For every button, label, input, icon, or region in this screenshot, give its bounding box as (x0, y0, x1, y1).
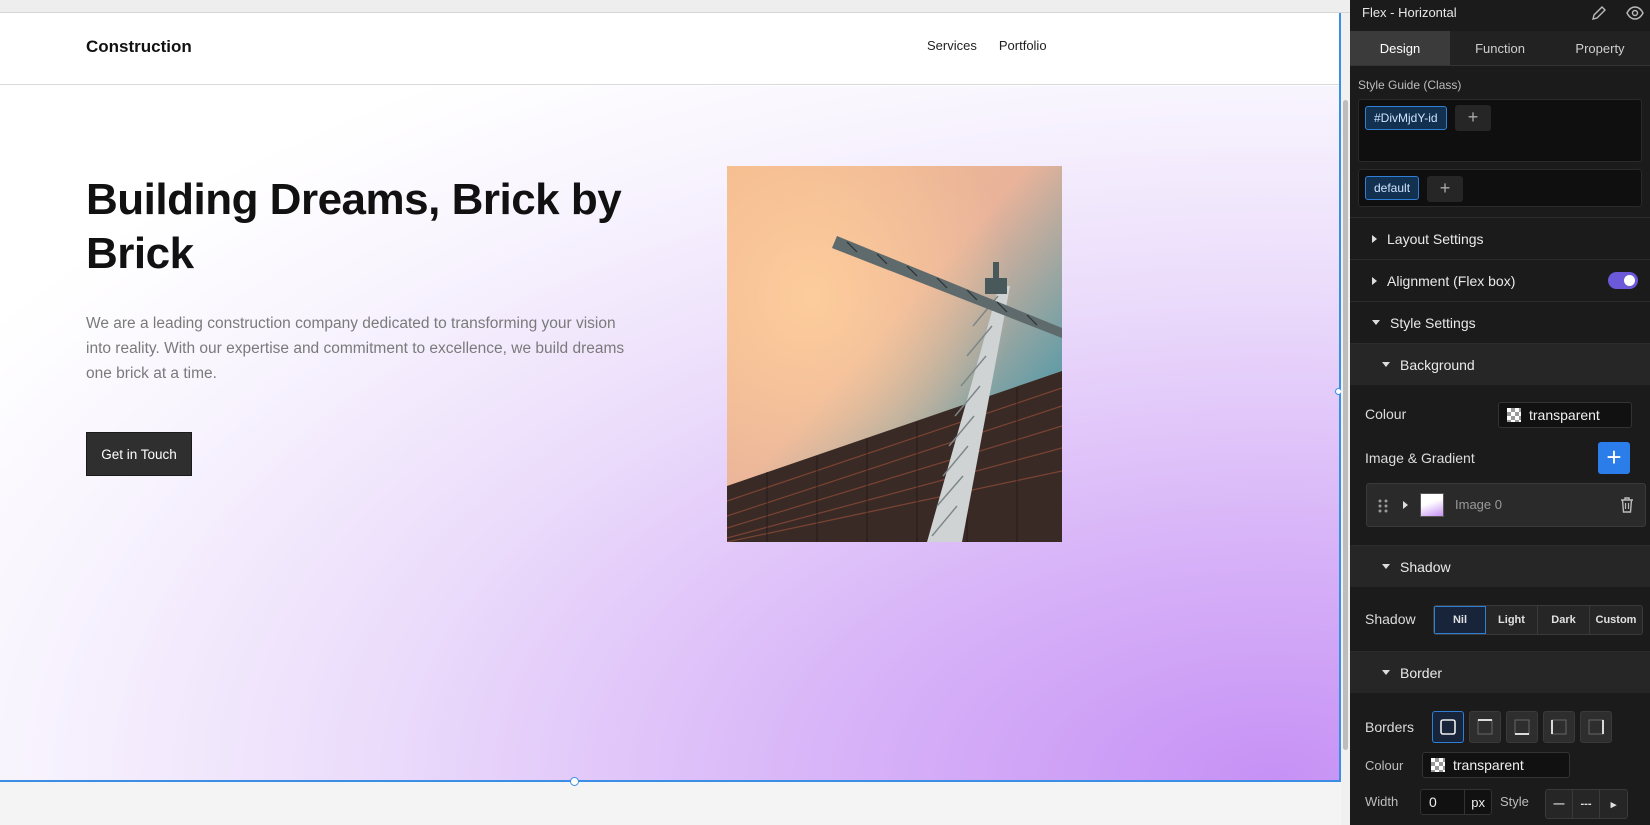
border-all-icon[interactable] (1432, 711, 1464, 743)
border-width-label: Width (1365, 794, 1399, 809)
add-image-gradient-button[interactable]: + (1598, 442, 1630, 474)
bg-colour-input[interactable]: transparent (1498, 402, 1632, 428)
layout-settings-row[interactable]: Layout Settings (1350, 217, 1650, 259)
border-right-icon[interactable] (1580, 711, 1612, 743)
caret-right-icon (1372, 234, 1377, 243)
hero-title[interactable]: Building Dreams, Brick by Brick (86, 173, 646, 281)
tab-function[interactable]: Function (1450, 31, 1550, 65)
image-gradient-label: Image & Gradient (1365, 450, 1475, 466)
shadow-option-custom[interactable]: Custom (1590, 606, 1642, 634)
panel-title: Flex - Horizontal (1350, 0, 1650, 28)
pencil-icon[interactable] (1590, 4, 1608, 22)
canvas-scrollbar-thumb[interactable] (1343, 100, 1348, 750)
checker-swatch-icon[interactable] (1507, 408, 1521, 422)
shadow-option-light[interactable]: Light (1486, 606, 1538, 634)
bg-colour-label: Colour (1365, 406, 1407, 422)
border-row[interactable]: Border (1350, 651, 1650, 693)
tab-property[interactable]: Property (1550, 31, 1650, 65)
add-state-button[interactable]: + (1427, 176, 1463, 202)
site-header[interactable]: Construction Services Portfolio (0, 13, 1340, 85)
style-settings-label: Style Settings (1390, 314, 1476, 331)
image-layer-name: Image 0 (1455, 497, 1502, 512)
image-layer-item[interactable]: Image 0 (1366, 483, 1646, 527)
state-chip[interactable]: default (1365, 176, 1420, 200)
border-colour-input[interactable]: transparent (1422, 752, 1570, 778)
border-width-input[interactable]: 0 px (1420, 789, 1492, 815)
caret-down-icon (1382, 670, 1390, 675)
alignment-row[interactable]: Alignment (Flex box) (1350, 259, 1650, 301)
more-styles-icon[interactable]: ▸ (1600, 790, 1627, 818)
border-top-icon[interactable] (1469, 711, 1501, 743)
border-bottom-icon[interactable] (1506, 711, 1538, 743)
hero-description[interactable]: We are a leading construction company de… (86, 311, 626, 386)
border-width-value: 0 (1429, 794, 1437, 810)
element-name: Flex - Horizontal (1362, 5, 1457, 20)
eye-icon[interactable] (1626, 4, 1644, 22)
style-settings-row[interactable]: Style Settings (1350, 301, 1650, 343)
caret-right-icon[interactable] (1403, 501, 1408, 509)
borders-label: Borders (1365, 719, 1415, 735)
bg-colour-value: transparent (1529, 407, 1600, 423)
shadow-section-label: Shadow (1400, 558, 1451, 575)
alignment-toggle[interactable] (1608, 272, 1638, 289)
resize-handle-bottom[interactable] (570, 777, 579, 786)
background-row[interactable]: Background (1350, 343, 1650, 385)
dashed-line-icon[interactable]: --- (1573, 790, 1600, 818)
border-left-icon[interactable] (1543, 711, 1575, 743)
caret-down-icon (1372, 320, 1380, 325)
image-thumbnail (1420, 493, 1444, 517)
border-section-label: Border (1400, 664, 1443, 681)
border-colour-value: transparent (1453, 757, 1524, 773)
border-style-options: — --- ▸ (1545, 789, 1628, 819)
shadow-options: Nil Light Dark Custom (1433, 605, 1643, 635)
tab-design[interactable]: Design (1350, 31, 1450, 65)
site-nav: Services Portfolio (927, 38, 1047, 53)
add-class-button[interactable]: + (1455, 105, 1491, 131)
border-style-label: Style (1500, 794, 1529, 809)
get-in-touch-button[interactable]: Get in Touch (86, 432, 192, 476)
properties-panel: Flex - Horizontal Design Function Proper… (1350, 0, 1650, 825)
nav-link-portfolio[interactable]: Portfolio (999, 38, 1047, 53)
drag-handle-icon[interactable] (1377, 498, 1389, 514)
canvas-top-strip (0, 0, 1350, 13)
background-label: Background (1400, 356, 1475, 373)
alignment-label: Alignment (Flex box) (1387, 272, 1516, 289)
shadow-option-dark[interactable]: Dark (1538, 606, 1590, 634)
class-chip[interactable]: #DivMjdY-id (1365, 106, 1447, 130)
checker-swatch-icon[interactable] (1431, 758, 1445, 772)
solid-line-icon[interactable]: — (1546, 790, 1573, 818)
panel-tabs: Design Function Property (1350, 31, 1650, 66)
hero-section[interactable]: Building Dreams, Brick by Brick We are a… (0, 86, 1340, 782)
design-canvas[interactable]: Construction Services Portfolio Building… (0, 0, 1350, 825)
border-width-unit[interactable]: px (1464, 790, 1491, 814)
trash-icon[interactable] (1619, 496, 1635, 514)
class-list[interactable]: #DivMjdY-id + (1358, 99, 1642, 162)
hero-crane-image[interactable] (727, 166, 1062, 542)
shadow-label: Shadow (1365, 611, 1416, 627)
caret-down-icon (1382, 564, 1390, 569)
caret-right-icon (1372, 276, 1377, 285)
shadow-option-nil[interactable]: Nil (1434, 606, 1486, 634)
caret-down-icon (1382, 362, 1390, 367)
site-brand[interactable]: Construction (86, 37, 192, 57)
style-guide-label: Style Guide (Class) (1358, 78, 1462, 92)
nav-link-services[interactable]: Services (927, 38, 977, 53)
border-colour-label: Colour (1365, 758, 1404, 773)
site-preview[interactable]: Construction Services Portfolio Building… (0, 13, 1340, 782)
layout-settings-label: Layout Settings (1387, 230, 1484, 247)
shadow-row[interactable]: Shadow (1350, 545, 1650, 587)
state-list[interactable]: default + (1358, 169, 1642, 207)
